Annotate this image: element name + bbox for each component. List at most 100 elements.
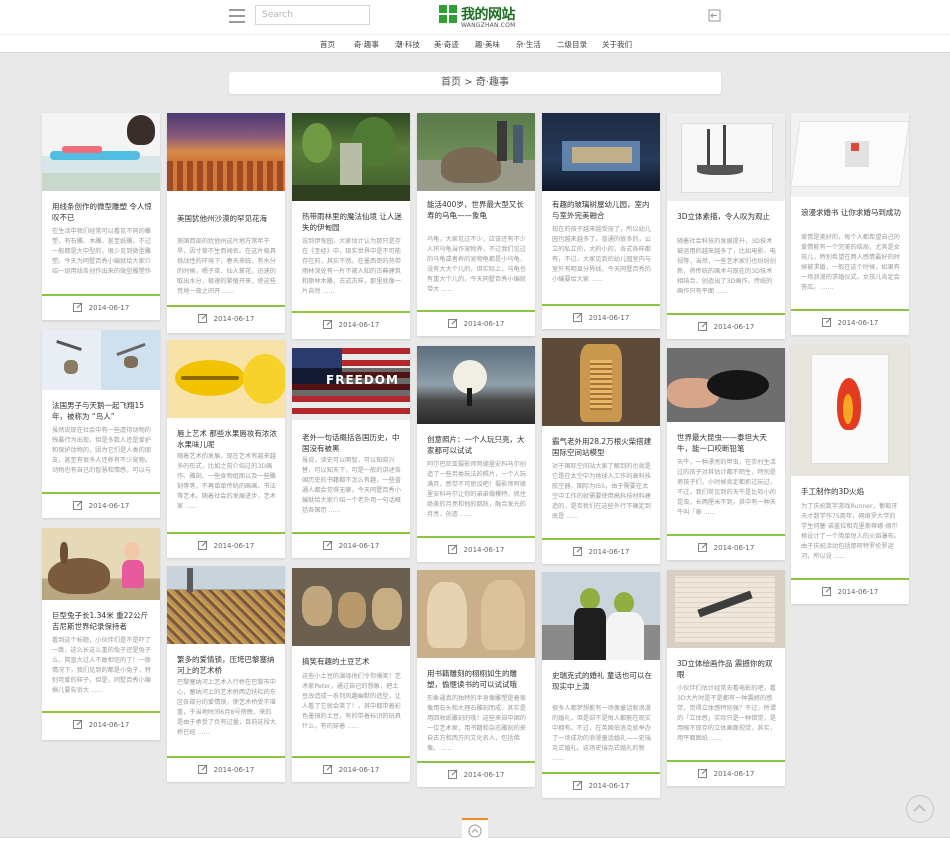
article-card[interactable]: 唇上艺术 那些水果唇妆有浓浓水果味儿呢 随着艺术的发展，现在艺术有越来越多的形式… [167,340,285,558]
logo-subtext: WANGZHAN.COM [461,22,516,29]
article-card[interactable]: 用书籍雕刻的栩栩如生的雕塑，偷惬读书的可以试试哦 形象逼真的独特的半身像雕塑是着… [417,570,535,787]
article-excerpt: 随着社会科技的发展提升，3D技术被运用的越来越多了，比如电影、电视等，当然，一些… [677,238,776,295]
article-card[interactable]: 繁多的爱情锁，压垮巴黎塞纳河上的艺术桥 巴黎塞纳河上艺术人行桥在巴黎市中心，塞纳… [167,566,285,782]
article-title[interactable]: 搞笑有趣的土豆艺术 [302,656,402,667]
article-title[interactable]: 手工制作的3D火焰 [801,486,901,497]
article-title[interactable]: 巨型兔子长1.34米 重22公斤 吉尼斯世界纪录保持者 [52,610,152,632]
breadcrumb-current: 奇·趣事 [475,77,509,88]
article-excerpt: 说到伊甸园，大家估计认为那只是存在《圣经》中，现实世界中是不可能存在的，其实不然… [302,238,401,295]
article-card[interactable]: 有趣的玻璃树屋幼儿园，室内与室外完美融合 现在的孩子越来越受宠了，所以幼儿园也越… [542,113,660,329]
nav-item-about[interactable]: 关于我们 [602,39,632,50]
edit-icon [697,542,708,552]
article-date: 2014-06-17 [167,758,285,782]
edit-icon [447,544,458,554]
nav-item-home[interactable]: 首页 [320,39,335,50]
article-title[interactable]: 用书籍雕刻的栩栩如生的雕塑，偷惬读书的可以试试哦 [427,668,527,690]
article-excerpt: 天牛，一种漂亮的甲虫，在农村生活过的孩子对其估计都不陌生，特别是男孩子们，小时候… [677,459,776,516]
article-thumbnail [417,113,535,191]
article-card[interactable]: 法国男子与天鹅一起飞翔15年，被称为 “鸟人” 虽然说现在社会中有一些虐待动物的… [42,330,160,518]
article-card[interactable]: 能活400岁，世界最大型又长寿的乌龟——象龟 乌龟，大家见过不少，应该还有不少人… [417,113,535,336]
article-excerpt: 巴黎塞纳河上艺术人行桥在巴黎市中心，塞纳河上的艺术桥两边扶栏的东区各部分的爱情锁… [177,679,276,736]
article-card[interactable]: 美国犹他州沙漠的罕见花海 美国西部的犹他州这片地方常年干旱，因寸草不生而闻名。在… [167,113,285,333]
article-title[interactable]: 3D立体素描，令人叹为观止 [677,211,777,222]
article-card[interactable]: 创意照片：一个人玩只亮，大家都可以试试 阿尔巴尼亚摄影师阿德里安科马尔创造了一些… [417,346,535,562]
article-title[interactable]: 唇上艺术 那些水果唇妆有浓浓水果味儿呢 [177,428,277,450]
nav-item-meiqiji[interactable]: 美·奇迹 [434,39,459,50]
article-title[interactable]: 能活400岁，世界最大型又长寿的乌龟——象龟 [427,199,527,221]
article-thumbnail [667,348,785,422]
article-card[interactable]: 3D立体绘画作品 震撼你的双眼 小伙伴们估计经常去看电影的吧，看3D大片时是不是… [667,570,785,786]
article-card[interactable]: 搞笑有趣的土豆艺术 这些小土豆的演绎他们令你爆笑！艺术家Peter，通过自己的想… [292,568,410,782]
article-title[interactable]: 创意照片：一个人玩只亮，大家都可以试试 [427,434,527,456]
date-text: 2014-06-17 [588,548,630,556]
article-title[interactable]: 法国男子与天鹅一起飞翔15年，被称为 “鸟人” [52,400,152,422]
article-date: 2014-06-17 [417,763,535,787]
article-card[interactable]: 热带雨林里的魔法仙境 让人迷失的伊甸园 说到伊甸园，大家估计认为那只是存在《圣经… [292,113,410,339]
chevron-up-icon [913,804,926,812]
article-card[interactable]: 史瑞克式的婚礼 童话也可以在现实中上演 很多人都梦想能有一场像童话般浪漫的婚礼，… [542,572,660,798]
article-title[interactable]: 世界最大昆虫——泰坦大天牛，能一口咬断铅笔 [677,432,777,454]
date-text: 2014-06-17 [213,542,255,550]
nav-item-chaokeji[interactable]: 潮·科技 [395,39,420,50]
article-thumbnail [791,344,909,476]
article-title[interactable]: 霸气老外用28.2万根火柴搭建国际空间站模型 [552,436,652,458]
edit-icon [322,540,333,550]
article-card[interactable]: 世界最大昆虫——泰坦大天牛，能一口咬断铅笔 天牛，一种漂亮的甲虫，在农村生活过的… [667,348,785,560]
article-excerpt: 虽说，读史可以明智，可以知晓兴替，可以知天下，可是一般的讲述各国历史的书籍都不怎… [302,457,401,514]
article-title[interactable]: 3D立体绘画作品 震撼你的双眼 [677,658,777,680]
hamburger-menu-icon[interactable] [229,9,245,23]
date-text: 2014-06-17 [588,782,630,790]
article-card[interactable]: FREEDOM 老外一句话概括各国历史，中国没有被黑 虽说，读史可以明智，可以知… [292,348,410,558]
article-excerpt: 现在的孩子越来越受宠了，所以幼儿园也越来越多了，普通的很多的，公立的私立的，大的… [552,226,651,283]
edit-icon [572,546,583,556]
article-title[interactable]: 热带雨林里的魔法仙境 让人迷失的伊甸园 [302,211,402,233]
date-text: 2014-06-17 [837,588,879,596]
article-thumbnail [542,113,660,191]
article-thumbnail [791,113,909,197]
article-excerpt: 在生活中我们经常可以看见不同的雕塑，有石雕、木雕、甚至纸雕，不过一般都是大中型的… [52,228,151,275]
edit-icon [72,302,83,312]
article-title[interactable]: 老外一句话概括各国历史，中国没有被黑 [302,432,402,454]
article-title[interactable]: 美国犹他州沙漠的罕见花海 [177,213,277,224]
edit-icon [72,500,83,510]
edit-icon [447,318,458,328]
article-title[interactable]: 浪漫求婚书 让你求婚马到成功 [801,207,901,218]
breadcrumb: 首页 > 奇·趣事 [229,72,721,94]
breadcrumb-home[interactable]: 首页 [441,77,461,88]
article-card[interactable]: 浪漫求婚书 让你求婚马到成功 爱情是美好的，每个人都希望自己的爱情能有一个完美的… [791,113,909,335]
article-thumbnail [42,528,160,600]
article-date: 2014-06-17 [542,774,660,798]
edit-icon [572,780,583,790]
article-date: 2014-06-17 [667,315,785,339]
chevron-up-circle-icon [468,824,482,838]
edit-icon [197,313,208,323]
article-thumbnail [667,570,785,648]
article-card[interactable]: 手工制作的3D火焰 为了庆祝数字游戏Runner，葡萄牙天才数学作75周年，网络… [791,344,909,604]
article-thumbnail [292,113,410,201]
article-thumbnail [42,330,160,390]
article-title[interactable]: 史瑞克式的婚礼 童话也可以在现实中上演 [552,670,652,692]
edit-icon [72,719,83,729]
article-card[interactable]: 霸气老外用28.2万根火柴搭建国际空间站模型 对于国际空间站大家了解到的也就是它… [542,338,660,564]
article-thumbnail [167,340,285,418]
load-more-button[interactable] [462,818,488,842]
article-title[interactable]: 有趣的玻璃树屋幼儿园，室内与室外完美融合 [552,199,652,221]
article-card[interactable]: 用线条创作的微型雕塑 令人惊叹不已 在生活中我们经常可以看见不同的雕塑，有石雕、… [42,113,160,320]
logout-icon[interactable] [708,9,721,22]
logo-mark-icon [439,5,457,23]
article-card[interactable]: 3D立体素描，令人叹为观止 随着社会科技的发展提升，3D技术被运用的越来越多了，… [667,113,785,339]
article-thumbnail [167,566,285,644]
article-title[interactable]: 繁多的爱情锁，压垮巴黎塞纳河上的艺术桥 [177,654,277,676]
site-logo[interactable]: 我的网站 WANGZHAN.COM [439,4,519,30]
article-thumbnail [542,338,660,426]
back-to-top-button[interactable] [906,795,934,823]
nav-item-qiqushi[interactable]: 奇·趣事 [354,39,379,50]
article-card[interactable]: 巨型兔子长1.34米 重22公斤 吉尼斯世界纪录保持者 看到这个标题，小伙伴们是… [42,528,160,740]
search-input[interactable] [255,5,370,25]
nav-item-zashenghuo[interactable]: 杂·生活 [516,39,541,50]
nav-item-qumeiwei[interactable]: 趣·美味 [475,39,500,50]
article-thumbnail [42,113,160,191]
nav-item-erjimulu[interactable]: 二级目录 [557,39,587,50]
article-date: 2014-06-17 [42,296,160,320]
article-title[interactable]: 用线条创作的微型雕塑 令人惊叹不已 [52,201,152,223]
